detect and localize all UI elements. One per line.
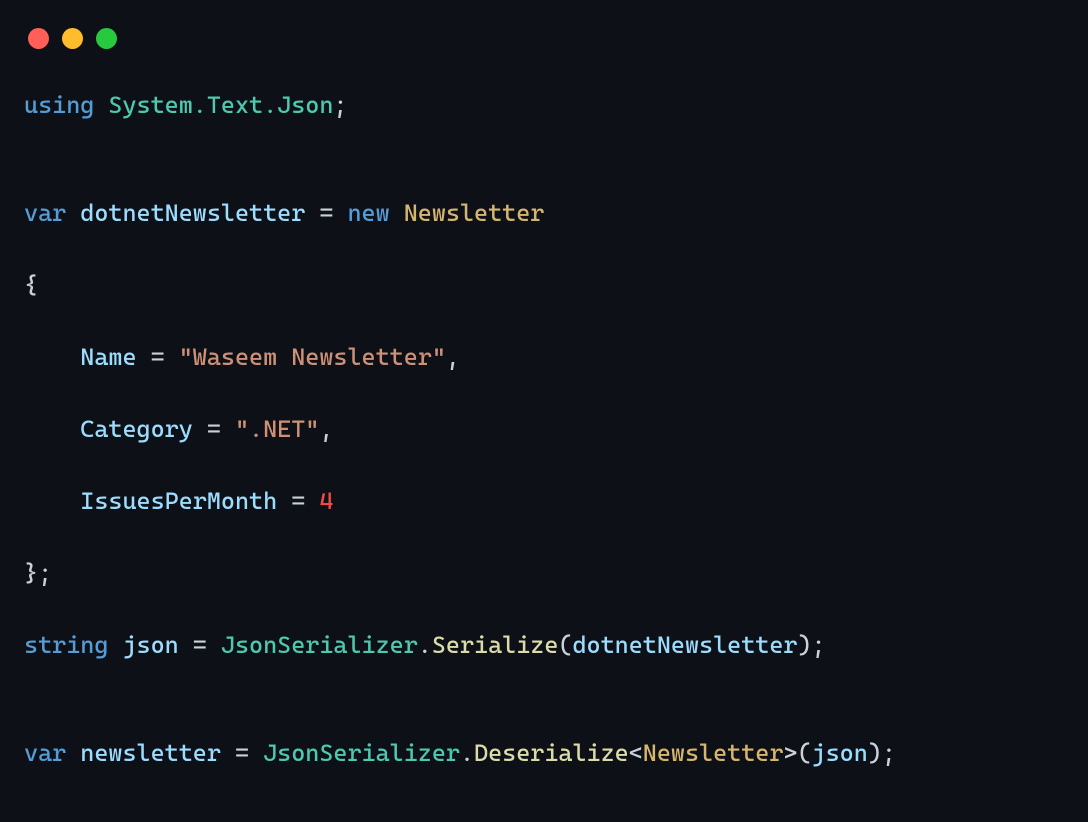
paren-close: );: [868, 739, 896, 767]
code-window: using System.Text.Json; var dotnetNewsle…: [0, 0, 1088, 822]
number-literal: 4: [319, 487, 333, 515]
namespace: System.Text.Json: [108, 91, 333, 119]
comma: ,: [319, 415, 333, 443]
code-editor[interactable]: using System.Text.Json; var dotnetNewsle…: [0, 67, 1088, 822]
method-name: Deserialize: [474, 739, 629, 767]
code-line: Category = ".NET",: [24, 411, 1064, 447]
property-name: IssuesPerMonth: [80, 487, 277, 515]
angle-close: >: [783, 739, 797, 767]
paren-close: );: [797, 631, 825, 659]
brace-open: {: [24, 271, 38, 299]
string-literal: "Waseem Newsletter": [179, 343, 446, 371]
class-name: JsonSerializer: [263, 739, 460, 767]
paren-open: (: [558, 631, 572, 659]
code-line: };: [24, 555, 1064, 591]
code-line: string json = JsonSerializer.Serialize(d…: [24, 627, 1064, 663]
type-name: Newsletter: [404, 199, 545, 227]
angle-open: <: [629, 739, 643, 767]
comma: ,: [446, 343, 460, 371]
minimize-icon[interactable]: [62, 28, 83, 49]
maximize-icon[interactable]: [96, 28, 117, 49]
property-name: Name: [80, 343, 136, 371]
semicolon: ;: [333, 91, 347, 119]
method-name: Serialize: [432, 631, 559, 659]
string-literal: ".NET": [235, 415, 319, 443]
operator-eq: =: [151, 343, 165, 371]
close-icon[interactable]: [28, 28, 49, 49]
code-line: using System.Text.Json;: [24, 87, 1064, 123]
operator-eq: =: [291, 487, 305, 515]
operator-eq: =: [207, 415, 221, 443]
code-line: var newsletter = JsonSerializer.Deserial…: [24, 735, 1064, 771]
code-line: var dotnetNewsletter = new Newsletter: [24, 195, 1064, 231]
identifier: newsletter: [80, 739, 221, 767]
keyword-using: using: [24, 91, 94, 119]
code-line: Name = "Waseem Newsletter",: [24, 339, 1064, 375]
argument: json: [812, 739, 868, 767]
type-name: Newsletter: [643, 739, 784, 767]
keyword-var: var: [24, 739, 66, 767]
operator-eq: =: [235, 739, 249, 767]
paren-open: (: [797, 739, 811, 767]
identifier: json: [122, 631, 178, 659]
property-name: Category: [80, 415, 193, 443]
keyword-string: string: [24, 631, 108, 659]
brace-close: };: [24, 559, 52, 587]
code-line: IssuesPerMonth = 4: [24, 483, 1064, 519]
operator-eq: =: [193, 631, 207, 659]
keyword-new: new: [347, 199, 389, 227]
argument: dotnetNewsletter: [572, 631, 797, 659]
window-titlebar: [0, 0, 1088, 67]
dot: .: [460, 739, 474, 767]
keyword-var: var: [24, 199, 66, 227]
code-line: {: [24, 267, 1064, 303]
dot: .: [418, 631, 432, 659]
class-name: JsonSerializer: [221, 631, 418, 659]
operator-eq: =: [319, 199, 333, 227]
identifier: dotnetNewsletter: [80, 199, 305, 227]
